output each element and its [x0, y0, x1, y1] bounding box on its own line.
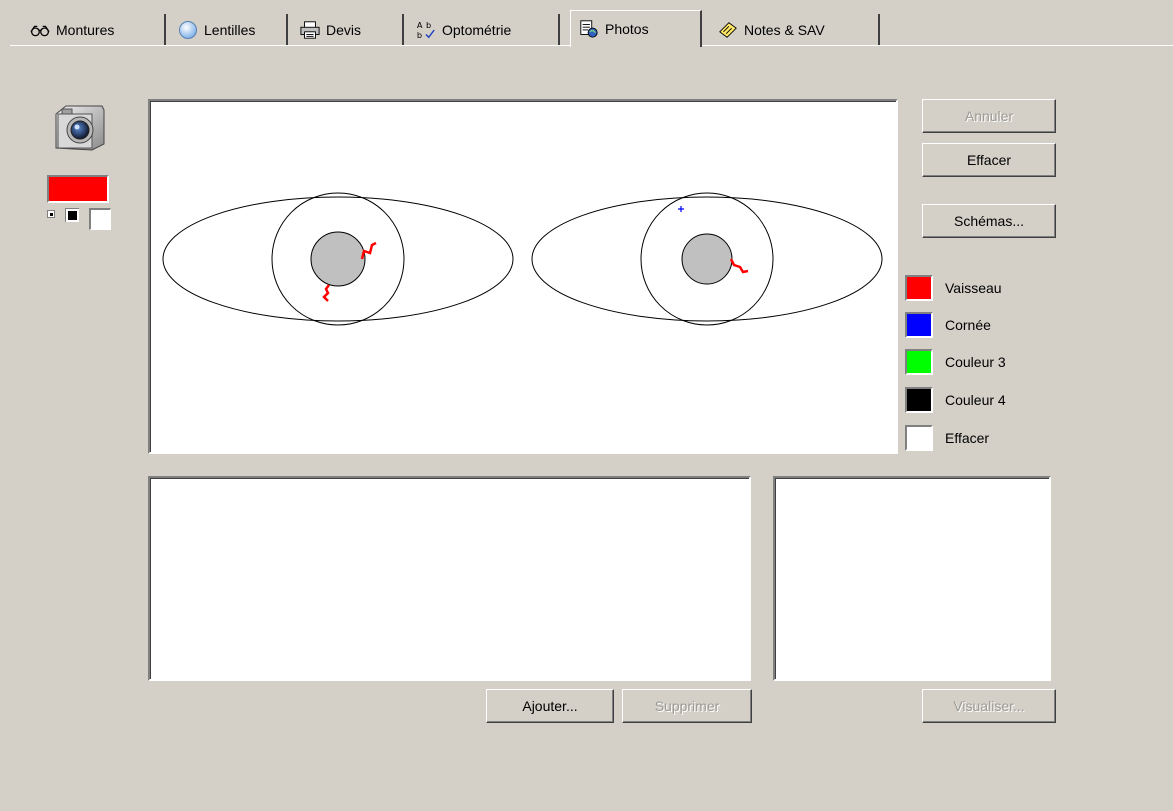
legend-label: Effacer	[945, 430, 990, 446]
effacer-button[interactable]: Effacer	[922, 143, 1056, 177]
right-eye-diagram	[531, 192, 883, 326]
tab-devis[interactable]: Devis	[292, 14, 404, 45]
lens-icon	[178, 20, 198, 40]
annuler-button[interactable]: Annuler	[922, 99, 1056, 133]
pen-size-medium[interactable]	[65, 208, 79, 222]
supprimer-button[interactable]: Supprimer	[622, 689, 752, 723]
legend-item-couleur-4[interactable]: Couleur 4	[905, 385, 1006, 415]
tab-label: Lentilles	[204, 21, 256, 38]
legend-label: Cornée	[945, 317, 991, 333]
pen-size-small[interactable]	[47, 210, 55, 218]
tab-montures[interactable]: Montures	[22, 14, 166, 45]
tab-label: Optométrie	[442, 21, 512, 38]
tab-label: Devis	[326, 21, 362, 38]
legend-item-effacer[interactable]: Effacer	[905, 423, 989, 453]
tab-label: Photos	[605, 21, 649, 37]
tab-label: Notes & SAV	[744, 21, 825, 38]
legend-label: Couleur 4	[945, 392, 1006, 408]
left-eye-diagram	[162, 192, 514, 326]
svg-text:b: b	[417, 30, 422, 40]
tab-optometrie[interactable]: Abb Optométrie	[408, 14, 560, 45]
visualiser-button[interactable]: Visualiser...	[922, 689, 1056, 723]
photo-list[interactable]	[148, 476, 751, 681]
eye-drawing-canvas[interactable]	[148, 99, 898, 454]
legend-item-cornee[interactable]: Cornée	[905, 310, 991, 340]
tab-photos[interactable]: Photos	[570, 10, 702, 47]
color-swatch	[905, 387, 933, 413]
tab-lentilles[interactable]: Lentilles	[170, 14, 288, 45]
legend-item-couleur-3[interactable]: Couleur 3	[905, 347, 1006, 377]
printer-icon	[300, 20, 320, 40]
notes-icon	[718, 20, 738, 40]
glasses-icon	[30, 20, 50, 40]
svg-text:A: A	[417, 20, 423, 30]
tab-strip: Montures Lentilles Devis Abb Optométrie …	[10, 0, 1173, 47]
spelling-icon: Abb	[416, 20, 436, 40]
current-color-swatch[interactable]	[47, 175, 109, 203]
color-swatch	[905, 275, 933, 301]
tab-label: Montures	[56, 21, 115, 38]
svg-text:b: b	[426, 20, 431, 30]
legend-label: Couleur 3	[945, 354, 1006, 370]
color-swatch	[905, 425, 933, 451]
photo-document-icon	[579, 19, 599, 39]
camera-icon[interactable]	[52, 100, 108, 152]
color-swatch	[905, 349, 933, 375]
schemas-button[interactable]: Schémas...	[922, 204, 1056, 238]
ajouter-button[interactable]: Ajouter...	[486, 689, 614, 723]
color-swatch	[905, 312, 933, 338]
pen-size-large[interactable]	[89, 208, 111, 230]
legend-item-vaisseau[interactable]: Vaisseau	[905, 273, 1002, 303]
photo-preview[interactable]	[773, 476, 1051, 681]
legend-label: Vaisseau	[945, 280, 1002, 296]
tab-notes-sav[interactable]: Notes & SAV	[710, 14, 880, 45]
